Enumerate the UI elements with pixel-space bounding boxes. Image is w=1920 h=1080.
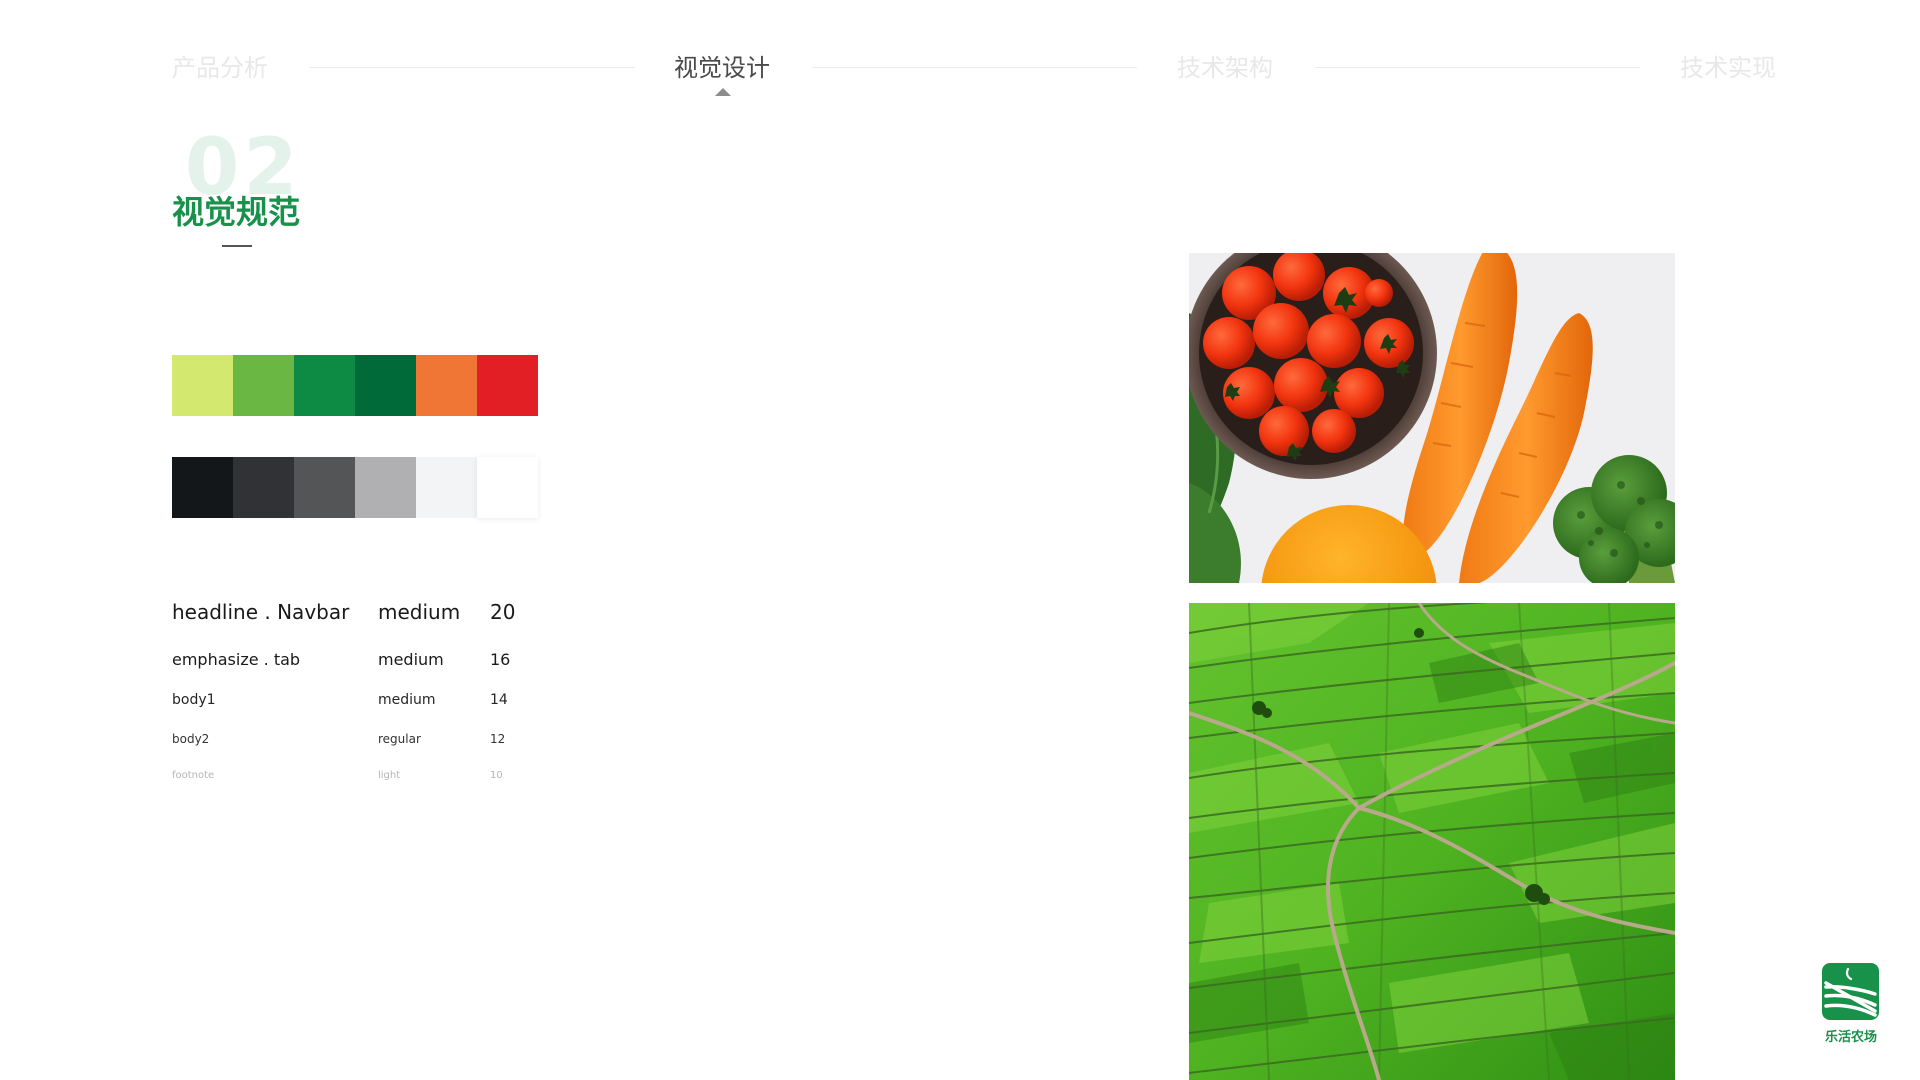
type-style-weight: light <box>378 770 401 781</box>
color-swatch <box>233 355 294 416</box>
nav-divider-line <box>310 67 635 68</box>
farm-logo-icon <box>1822 963 1879 1020</box>
type-style-weight: regular <box>378 732 421 746</box>
type-style-weight: medium <box>378 600 461 624</box>
color-swatch <box>172 355 233 416</box>
color-swatch <box>294 355 355 416</box>
rice-terraces-photo <box>1189 603 1675 1080</box>
brand-name: 乐活农场 <box>1824 1030 1877 1045</box>
tab-product-analysis[interactable]: 产品分析 <box>172 50 268 86</box>
color-swatch <box>172 457 233 518</box>
color-swatch <box>416 355 477 416</box>
type-style-size: 16 <box>490 650 511 669</box>
brand-logo: 乐活农场 <box>1822 963 1880 1045</box>
nav-divider-line <box>1315 67 1640 68</box>
section-stepper-nav: 产品分析 视觉设计 技术架构 技术实现 <box>0 0 1920 110</box>
tab-visual-design[interactable]: 视觉设计 <box>674 50 770 86</box>
type-style-size: 12 <box>490 732 506 746</box>
type-style-name: body1 <box>172 692 216 708</box>
type-style-size: 10 <box>490 770 503 781</box>
type-style-name: emphasize . tab <box>172 650 301 669</box>
color-swatch <box>477 355 538 416</box>
tab-tech-architecture[interactable]: 技术架构 <box>1177 50 1273 86</box>
color-swatch <box>477 457 538 518</box>
type-style-name: footnote <box>172 770 215 781</box>
color-swatch <box>233 457 294 518</box>
active-tab-caret-icon <box>715 88 731 96</box>
primary-color-palette <box>172 355 538 416</box>
vegetables-photo <box>1189 253 1675 583</box>
type-style-size: 20 <box>490 600 516 624</box>
type-style-name: body2 <box>172 732 210 746</box>
section-title: 视觉规范 <box>172 193 301 231</box>
color-swatch <box>355 355 416 416</box>
section-title-underline <box>222 245 252 247</box>
type-style-weight: medium <box>378 692 436 708</box>
color-swatch <box>355 457 416 518</box>
neutral-color-palette <box>172 457 538 518</box>
color-swatch <box>294 457 355 518</box>
type-style-name: headline . Navbar <box>172 600 350 624</box>
type-style-size: 14 <box>490 692 508 708</box>
tab-tech-implementation[interactable]: 技术实现 <box>1680 50 1776 86</box>
type-style-weight: medium <box>378 650 444 669</box>
color-swatch <box>416 457 477 518</box>
nav-divider-line <box>812 67 1137 68</box>
